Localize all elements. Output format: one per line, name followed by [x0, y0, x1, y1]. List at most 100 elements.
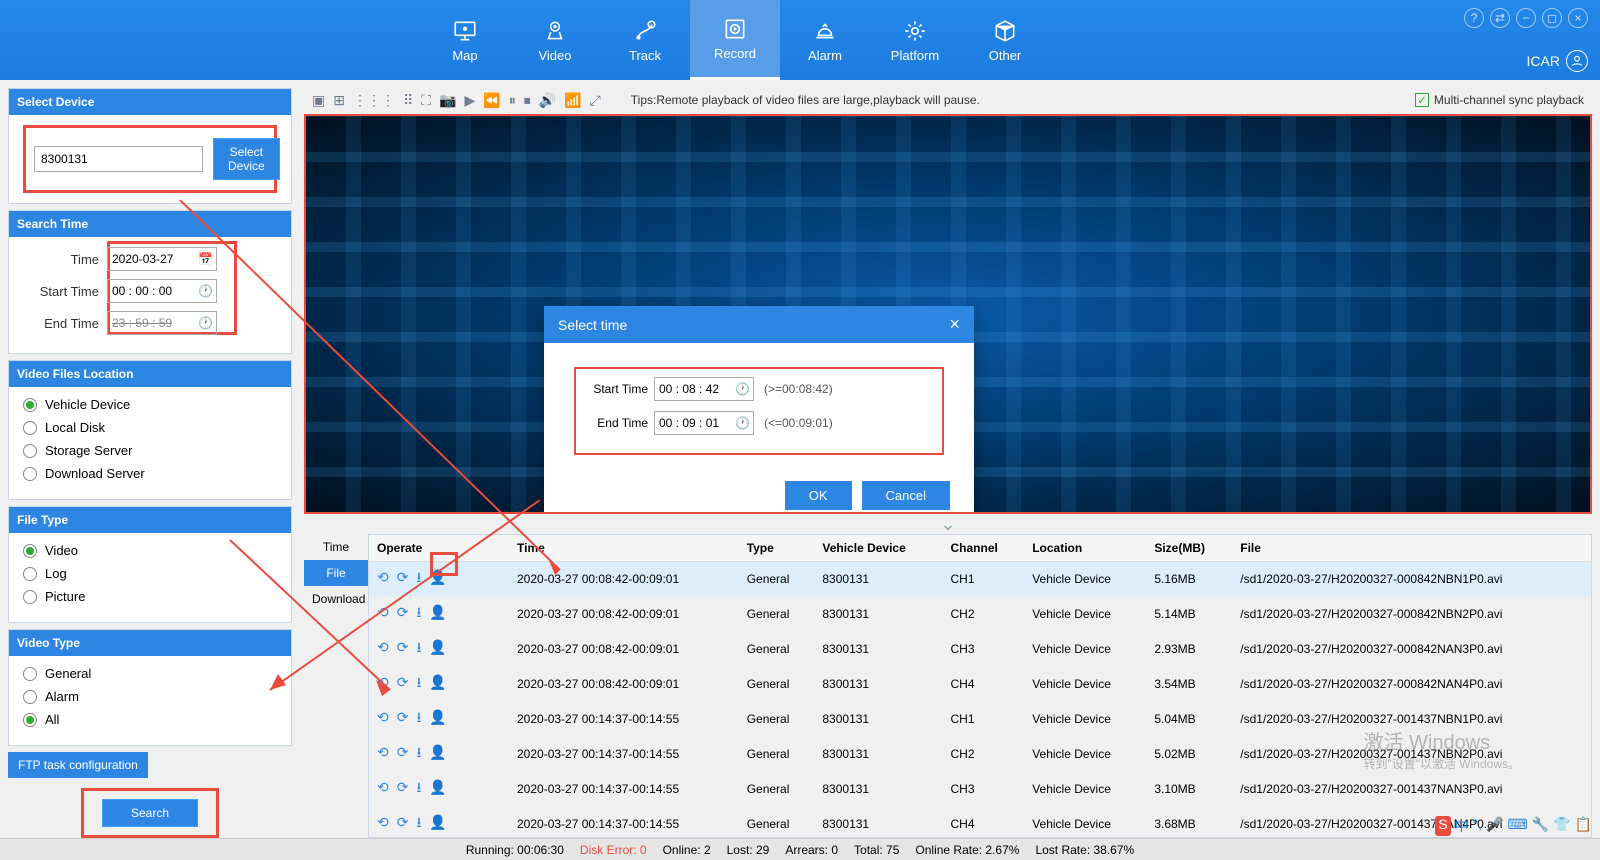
date-input[interactable]: 2020-03-27📅: [107, 247, 217, 271]
stop-icon[interactable]: ⏹: [524, 92, 531, 109]
download-icon[interactable]: ⭳: [416, 639, 421, 655]
table-row[interactable]: ⟲⟳⭳👤2020-03-27 00:08:42-00:09:01General8…: [369, 562, 1591, 597]
device-input[interactable]: [34, 146, 203, 172]
sound-icon[interactable]: 🔊: [539, 92, 556, 109]
nav-map[interactable]: Map: [420, 0, 510, 80]
play-end-icon[interactable]: ⟳: [397, 709, 409, 725]
snapshot-icon[interactable]: 📷: [439, 92, 456, 109]
download-icon[interactable]: ⭳: [416, 779, 421, 795]
user-icon[interactable]: 👤: [429, 674, 446, 690]
ftp-config-button[interactable]: FTP task configuration: [8, 752, 148, 778]
expand-icon[interactable]: ⤢: [590, 92, 601, 109]
nav-other[interactable]: Other: [960, 0, 1050, 80]
play-end-icon[interactable]: ⟳: [397, 744, 409, 760]
table-row[interactable]: ⟲⟳⭳👤2020-03-27 00:14:37-00:14:55General8…: [369, 772, 1591, 807]
download-icon[interactable]: ⭳: [416, 814, 421, 830]
dlg-end-input[interactable]: 00 : 09 : 01🕐: [654, 411, 754, 435]
play-icon[interactable]: ▶: [464, 92, 475, 109]
radio-alarm[interactable]: Alarm: [23, 689, 277, 704]
tab-time[interactable]: Time: [304, 534, 368, 560]
highlight-box: [430, 552, 458, 576]
radio-log[interactable]: Log: [23, 566, 277, 581]
download-icon[interactable]: ⭳: [416, 569, 421, 585]
radio-picture[interactable]: Picture: [23, 589, 277, 604]
download-icon[interactable]: ⭳: [416, 709, 421, 725]
nav-alarm[interactable]: Alarm: [780, 0, 870, 80]
rewind-icon[interactable]: ⏪: [483, 92, 500, 109]
radio-storage-server[interactable]: Storage Server: [23, 443, 277, 458]
maximize-icon[interactable]: ◻: [1542, 8, 1562, 28]
help-icon[interactable]: ?: [1464, 8, 1484, 28]
radio-vehicle-device[interactable]: Vehicle Device: [23, 397, 277, 412]
download-icon[interactable]: ⭳: [416, 604, 421, 620]
user-box[interactable]: ICAR: [1527, 50, 1588, 72]
nav-video[interactable]: Video: [510, 0, 600, 80]
nav-track[interactable]: Track: [600, 0, 690, 80]
clock-icon[interactable]: 🕐: [198, 284, 213, 298]
status-disk-error: Disk Error: 0: [580, 843, 647, 857]
user-icon[interactable]: 👤: [429, 744, 446, 760]
play-start-icon[interactable]: ⟲: [377, 674, 389, 690]
play-start-icon[interactable]: ⟲: [377, 814, 389, 830]
splitter[interactable]: ⌄: [304, 514, 1592, 534]
pause-icon[interactable]: ⏸: [509, 92, 516, 109]
sync-checkbox[interactable]: ✓Multi-channel sync playback: [1415, 93, 1584, 107]
play-end-icon[interactable]: ⟳: [397, 814, 409, 830]
panel-header: Video Files Location: [9, 361, 291, 387]
play-end-icon[interactable]: ⟳: [397, 674, 409, 690]
radio-all[interactable]: All: [23, 712, 277, 727]
user-icon[interactable]: 👤: [429, 604, 446, 620]
dialog-close-icon[interactable]: ×: [949, 314, 960, 335]
tab-download[interactable]: Download: [304, 586, 368, 612]
dlg-start-input[interactable]: 00 : 08 : 42🕐: [654, 377, 754, 401]
select-device-button[interactable]: Select Device: [213, 138, 280, 180]
play-end-icon[interactable]: ⟳: [397, 604, 409, 620]
tab-file[interactable]: File: [304, 560, 368, 586]
calendar-icon[interactable]: 📅: [198, 252, 213, 266]
panel-file-type: File Type VideoLogPicture: [8, 506, 292, 623]
user-icon[interactable]: 👤: [429, 814, 446, 830]
clock-icon[interactable]: 🕐: [735, 416, 750, 430]
dialog-cancel-button[interactable]: Cancel: [862, 481, 950, 510]
play-start-icon[interactable]: ⟲: [377, 779, 389, 795]
download-icon[interactable]: ⭳: [416, 674, 421, 690]
grid4-icon[interactable]: ⊞: [333, 92, 345, 109]
table-row[interactable]: ⟲⟳⭳👤2020-03-27 00:08:42-00:09:01General8…: [369, 632, 1591, 667]
radio-video[interactable]: Video: [23, 543, 277, 558]
user-icon[interactable]: 👤: [429, 779, 446, 795]
nav-record[interactable]: Record: [690, 0, 780, 80]
start-time-input[interactable]: 00 : 00 : 00🕐: [107, 279, 217, 303]
dialog-ok-button[interactable]: OK: [785, 481, 852, 510]
play-start-icon[interactable]: ⟲: [377, 569, 389, 585]
play-end-icon[interactable]: ⟳: [397, 569, 409, 585]
table-row[interactable]: ⟲⟳⭳👤2020-03-27 00:14:37-00:14:55General8…: [369, 807, 1591, 839]
table-row[interactable]: ⟲⟳⭳👤2020-03-27 00:08:42-00:09:01General8…: [369, 667, 1591, 702]
minimize-icon[interactable]: −: [1516, 8, 1536, 28]
user-icon[interactable]: 👤: [429, 709, 446, 725]
radio-local-disk[interactable]: Local Disk: [23, 420, 277, 435]
play-end-icon[interactable]: ⟳: [397, 639, 409, 655]
play-start-icon[interactable]: ⟲: [377, 709, 389, 725]
nav-platform[interactable]: Platform: [870, 0, 960, 80]
clock-icon[interactable]: 🕐: [198, 316, 213, 330]
play-start-icon[interactable]: ⟲: [377, 744, 389, 760]
grid16-icon[interactable]: ⠿: [403, 92, 413, 109]
table-row[interactable]: ⟲⟳⭳👤2020-03-27 00:08:42-00:09:01General8…: [369, 597, 1591, 632]
download-icon[interactable]: ⭳: [416, 744, 421, 760]
play-end-icon[interactable]: ⟳: [397, 779, 409, 795]
user-icon[interactable]: 👤: [429, 639, 446, 655]
ime-bar[interactable]: S中°,🎤⌨🔧👕📋: [1435, 816, 1592, 836]
grid1-icon[interactable]: ▣: [312, 92, 325, 109]
radio-general[interactable]: General: [23, 666, 277, 681]
radio-download-server[interactable]: Download Server: [23, 466, 277, 481]
search-button[interactable]: Search: [102, 799, 198, 827]
swap-icon[interactable]: ⇄: [1490, 8, 1510, 28]
play-start-icon[interactable]: ⟲: [377, 639, 389, 655]
close-icon[interactable]: ×: [1568, 8, 1588, 28]
clock-icon[interactable]: 🕐: [735, 382, 750, 396]
end-time-input[interactable]: 23 : 59 : 59🕐: [107, 311, 217, 335]
signal-icon[interactable]: 📶: [564, 92, 581, 109]
grid9-icon[interactable]: ⋮⋮⋮: [353, 92, 395, 109]
play-start-icon[interactable]: ⟲: [377, 604, 389, 620]
fullscreen-icon[interactable]: ⛶: [421, 92, 431, 109]
